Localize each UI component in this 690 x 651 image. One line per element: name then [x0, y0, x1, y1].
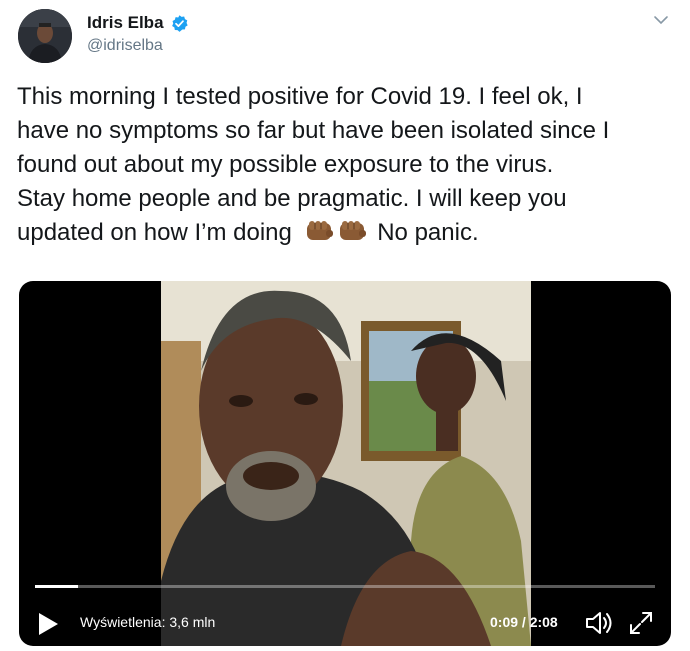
avatar-photo-icon [18, 9, 72, 63]
author-name[interactable]: Idris Elba [87, 13, 189, 33]
chevron-down-icon[interactable] [652, 14, 670, 26]
progress-bar[interactable] [35, 585, 655, 588]
tweet-line: have no symptoms so far but have been is… [17, 117, 610, 144]
author-name-text: Idris Elba [87, 13, 164, 32]
author-handle[interactable]: @idriselba [87, 37, 163, 55]
tweet-line-text: No panic. [377, 219, 479, 246]
volume-icon[interactable] [584, 609, 614, 637]
tweet-line: This morning I tested positive for Covid… [17, 83, 583, 110]
fullscreen-icon[interactable] [628, 610, 654, 636]
oncoming-fist-icon [339, 221, 366, 240]
tweet-line: found out about my possible exposure to … [17, 151, 554, 178]
author-avatar[interactable] [18, 9, 72, 63]
tweet-line: Stay home people and be pragmatic. I wil… [17, 185, 567, 212]
video-frame-image [161, 281, 531, 646]
video-player[interactable]: Wyświetlenia: 3,6 mln 0:09 / 2:08 [19, 281, 671, 646]
tweet-text: This morning I tested positive for Covid… [17, 80, 677, 250]
oncoming-fist-icon [306, 221, 333, 240]
tweet-line-last: updated on how I’m doing No panic. [17, 216, 677, 250]
views-count: Wyświetlenia: 3,6 mln [80, 614, 216, 630]
play-icon[interactable] [35, 610, 61, 638]
verified-badge-icon [171, 14, 188, 32]
progress-fill [35, 585, 79, 588]
time-display: 0:09 / 2:08 [490, 614, 558, 630]
tweet-line-text: updated on how I’m doing [17, 219, 292, 246]
